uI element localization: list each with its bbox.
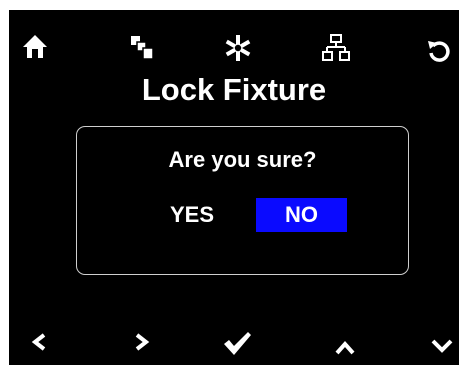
chevron-right-icon[interactable] xyxy=(134,333,150,351)
no-button[interactable]: NO xyxy=(256,198,347,232)
checkmark-icon[interactable] xyxy=(222,330,252,356)
confirm-dialog: Are you sure? YES NO xyxy=(76,126,409,275)
page-title: Lock Fixture xyxy=(141,72,327,107)
dialog-question: Are you sure? xyxy=(168,147,317,172)
chevron-up-icon[interactable] xyxy=(335,340,355,356)
chevron-left-icon[interactable] xyxy=(31,333,47,351)
device-screen: Lock Fixture Are you sure? YES NO xyxy=(9,10,459,365)
asterisk-icon[interactable] xyxy=(224,34,252,62)
home-icon[interactable] xyxy=(22,34,48,60)
yes-button[interactable]: YES xyxy=(157,198,227,232)
network-icon[interactable] xyxy=(322,34,350,62)
chevron-down-icon[interactable] xyxy=(431,338,453,354)
undo-icon[interactable] xyxy=(427,38,451,62)
copy-icon[interactable] xyxy=(130,35,154,61)
